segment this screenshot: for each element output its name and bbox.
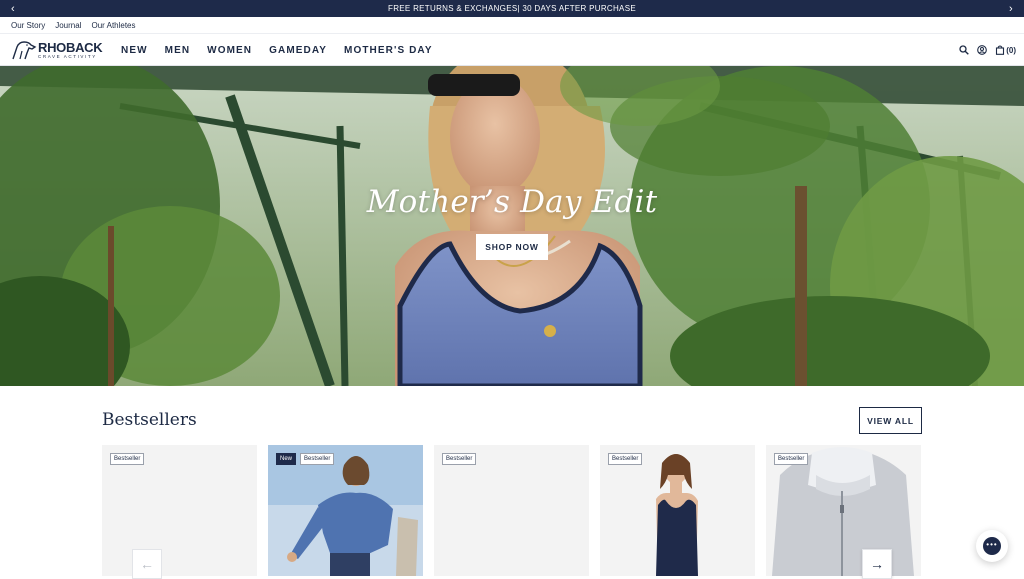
badge-group: Bestseller xyxy=(774,453,809,465)
view-all-button[interactable]: VIEW ALL xyxy=(859,407,922,434)
chat-bubble-icon: ••• xyxy=(983,537,1001,555)
chat-button[interactable]: ••• xyxy=(976,530,1008,562)
bag-icon xyxy=(996,45,1005,55)
nav-item-mothers-day[interactable]: MOTHER'S DAY xyxy=(344,45,433,56)
badge-group: Bestseller xyxy=(110,453,145,465)
main-nav: RHOBACK CRAVE ACTIVITY NEW MEN WOMEN GAM… xyxy=(0,34,1024,66)
chevron-left-icon[interactable]: ‹ xyxy=(3,0,23,17)
nav-item-men[interactable]: MEN xyxy=(165,45,191,56)
our-story-link[interactable]: Our Story xyxy=(11,21,45,30)
arrow-right-icon[interactable]: → xyxy=(862,549,892,579)
primary-menu: NEW MEN WOMEN GAMEDAY MOTHER'S DAY xyxy=(121,34,433,66)
journal-link[interactable]: Journal xyxy=(55,21,81,30)
logo[interactable]: RHOBACK CRAVE ACTIVITY xyxy=(11,38,107,62)
product-card[interactable]: Bestseller xyxy=(102,445,257,576)
product-card[interactable]: Bestseller xyxy=(766,445,921,576)
section-title: Bestsellers xyxy=(102,410,197,430)
bestseller-badge: Bestseller xyxy=(110,453,145,465)
bestseller-badge: Bestseller xyxy=(774,453,809,465)
product-card[interactable]: New Bestseller xyxy=(268,445,423,576)
announcement-text: FREE RETURNS & EXCHANGES| 30 DAYS AFTER … xyxy=(388,4,636,13)
chat-dots: ••• xyxy=(986,539,998,549)
badge-group: New Bestseller xyxy=(276,453,335,465)
brand-name: RHOBACK xyxy=(38,39,103,55)
nav-item-women[interactable]: WOMEN xyxy=(207,45,252,56)
cart-button[interactable]: (0) xyxy=(995,45,1016,55)
cart-count: (0) xyxy=(1006,45,1016,55)
badge-group: Bestseller xyxy=(442,453,477,465)
brand-tagline: CRAVE ACTIVITY xyxy=(38,53,97,59)
new-badge: New xyxy=(276,453,297,465)
arrow-left-icon[interactable]: ← xyxy=(132,549,162,579)
announcement-bar: ‹ FREE RETURNS & EXCHANGES| 30 DAYS AFTE… xyxy=(0,0,1024,17)
search-icon[interactable] xyxy=(959,45,970,55)
hero-image xyxy=(0,66,1024,386)
nav-item-gameday[interactable]: GAMEDAY xyxy=(269,45,327,56)
dog-logo-icon xyxy=(12,41,37,60)
shop-now-button[interactable]: SHOP NOW xyxy=(476,234,548,260)
bestseller-badge: Bestseller xyxy=(442,453,477,465)
account-icon[interactable] xyxy=(977,45,988,55)
nav-actions: (0) xyxy=(959,34,1016,66)
hero-title: Mother’s Day Edit xyxy=(366,184,658,220)
product-card[interactable]: Bestseller xyxy=(600,445,755,576)
bestseller-badge: Bestseller xyxy=(608,453,643,465)
utility-nav: Our Story Journal Our Athletes xyxy=(0,17,1024,34)
chevron-right-icon[interactable]: › xyxy=(1001,0,1021,17)
nav-item-new[interactable]: NEW xyxy=(121,45,148,56)
our-athletes-link[interactable]: Our Athletes xyxy=(91,21,135,30)
bestseller-badge: Bestseller xyxy=(300,453,335,465)
badge-group: Bestseller xyxy=(608,453,643,465)
product-card[interactable]: Bestseller xyxy=(434,445,589,576)
hero-banner: Mother’s Day Edit SHOP NOW xyxy=(0,66,1024,386)
